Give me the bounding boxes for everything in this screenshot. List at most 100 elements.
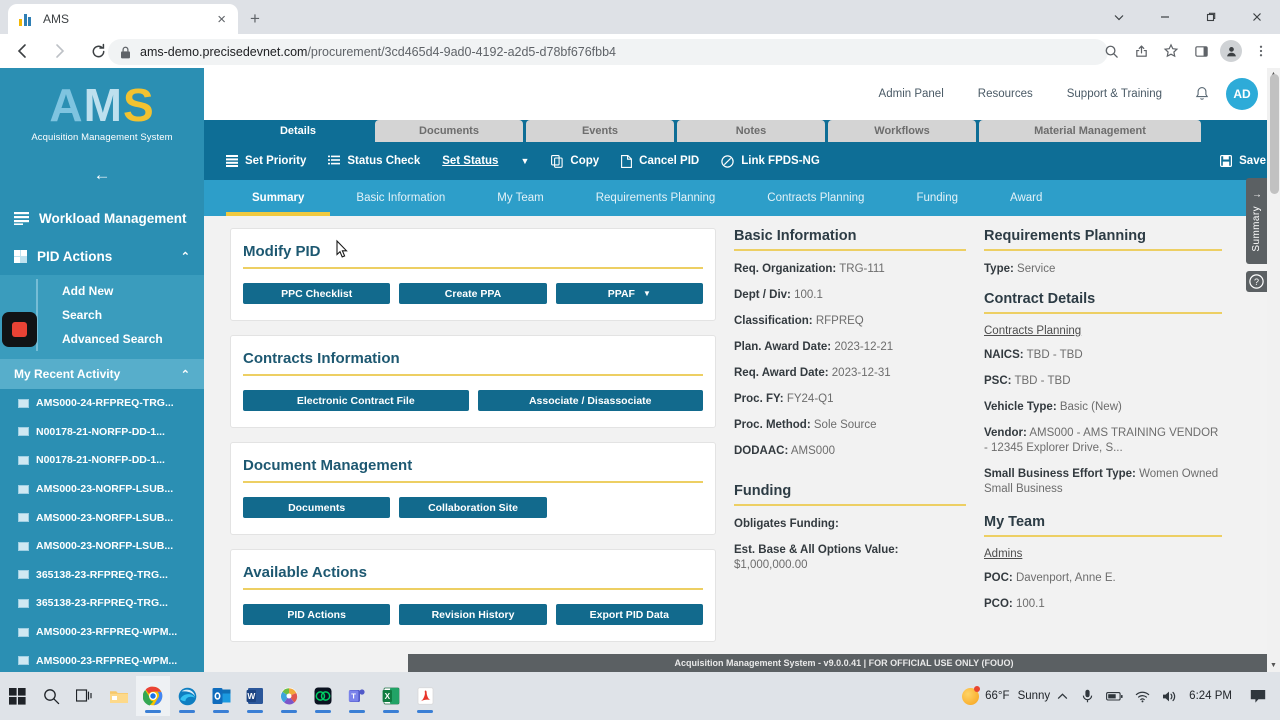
- webex-icon[interactable]: [306, 676, 340, 716]
- scroll-down-arrow-icon[interactable]: ▼: [1267, 659, 1280, 672]
- pid-actions-button[interactable]: PID Actions: [243, 604, 391, 625]
- link-admins[interactable]: Admins: [984, 548, 1222, 560]
- list-item[interactable]: AMS000-23-NORFP-LSUB...: [0, 503, 204, 532]
- tab-workflows[interactable]: Workflows: [828, 120, 976, 142]
- header-link-support-training[interactable]: Support & Training: [1067, 88, 1162, 100]
- zoom-icon[interactable]: [1096, 36, 1126, 66]
- create-ppa-button[interactable]: Create PPA: [399, 283, 547, 304]
- subnav-basic-information[interactable]: Basic Information: [330, 180, 471, 216]
- weather-temperature[interactable]: 66°F: [985, 690, 1009, 702]
- show-hidden-icons-chevron-icon[interactable]: [1050, 690, 1075, 703]
- cancel-pid-button[interactable]: Cancel PID: [621, 154, 699, 168]
- list-item[interactable]: 365138-23-RFPREQ-TRG...: [0, 589, 204, 618]
- export-pid-data-button[interactable]: Export PID Data: [555, 604, 703, 625]
- acrobat-icon[interactable]: [408, 676, 442, 716]
- search-icon[interactable]: [34, 676, 68, 716]
- teams-icon[interactable]: T: [340, 676, 374, 716]
- edge-icon[interactable]: [170, 676, 204, 716]
- menu-kebab-icon[interactable]: [1246, 36, 1276, 66]
- chevron-down-icon[interactable]: ▼: [520, 156, 529, 166]
- photos-icon[interactable]: [272, 676, 306, 716]
- chrome-icon[interactable]: [136, 676, 170, 716]
- clock[interactable]: 6:24 PM: [1189, 690, 1232, 702]
- subnav-award[interactable]: Award: [984, 180, 1068, 216]
- volume-icon[interactable]: [1156, 690, 1183, 703]
- outlook-icon[interactable]: [204, 676, 238, 716]
- scrollbar-thumb[interactable]: [1270, 74, 1279, 194]
- avatar[interactable]: AD: [1226, 78, 1258, 110]
- sidebar-item-workload-management[interactable]: Workload Management: [0, 199, 204, 237]
- list-item[interactable]: AMS000-23-NORFP-LSUB...: [0, 532, 204, 561]
- screen-recorder-stop-button[interactable]: [2, 312, 37, 347]
- header-link-resources[interactable]: Resources: [978, 88, 1033, 100]
- file-explorer-icon[interactable]: [102, 676, 136, 716]
- browser-tab[interactable]: AMS ×: [8, 4, 238, 34]
- list-item[interactable]: AMS000-23-RFPREQ-WPM...: [0, 646, 204, 672]
- set-status-dropdown[interactable]: Set Status: [442, 155, 498, 167]
- list-item[interactable]: N00178-21-NORFP-DD-1...: [0, 446, 204, 475]
- documents-button[interactable]: Documents: [243, 497, 391, 518]
- tab-events[interactable]: Events: [526, 120, 674, 142]
- excel-icon[interactable]: X: [374, 676, 408, 716]
- subnav-funding[interactable]: Funding: [890, 180, 984, 216]
- close-window-icon[interactable]: [1234, 0, 1280, 34]
- collapse-sidebar-arrow-icon[interactable]: ←: [94, 165, 111, 184]
- save-button[interactable]: Save: [1220, 155, 1266, 167]
- tab-documents[interactable]: Documents: [375, 120, 523, 142]
- list-item[interactable]: AMS000-23-NORFP-LSUB...: [0, 475, 204, 504]
- weather-condition[interactable]: Sunny: [1018, 690, 1051, 702]
- forward-button[interactable]: [44, 35, 76, 67]
- profile-icon[interactable]: [1220, 40, 1242, 62]
- submenu-item-advanced-search[interactable]: Advanced Search: [36, 327, 204, 351]
- submenu-item-add-new[interactable]: Add New: [36, 279, 204, 303]
- windows-start-icon[interactable]: [0, 676, 34, 716]
- status-check-button[interactable]: Status Check: [328, 155, 420, 167]
- side-panel-icon[interactable]: [1186, 36, 1216, 66]
- set-priority-button[interactable]: Set Priority: [226, 155, 306, 167]
- subnav-summary[interactable]: Summary: [226, 180, 330, 216]
- ppc-checklist-button[interactable]: PPC Checklist: [243, 283, 391, 304]
- collaboration-site-button[interactable]: Collaboration Site: [399, 497, 547, 518]
- back-button[interactable]: [6, 35, 38, 67]
- battery-icon[interactable]: [1100, 691, 1129, 702]
- task-view-icon[interactable]: [68, 676, 102, 716]
- word-icon[interactable]: W: [238, 676, 272, 716]
- restore-icon[interactable]: [1188, 0, 1234, 34]
- link-fpds-ng-button[interactable]: Link FPDS-NG: [721, 154, 820, 168]
- summary-rail-tab[interactable]: ← Summary: [1246, 178, 1267, 264]
- chevron-down-icon[interactable]: [1096, 0, 1142, 34]
- submenu-item-search[interactable]: Search: [36, 303, 204, 327]
- list-item[interactable]: N00178-21-NORFP-DD-1...: [0, 418, 204, 447]
- notification-icon[interactable]: [1244, 689, 1272, 704]
- help-button[interactable]: ?: [1246, 271, 1267, 292]
- bookmark-star-icon[interactable]: [1156, 36, 1186, 66]
- recent-activity-header[interactable]: My Recent Activity ⌃: [0, 359, 204, 389]
- minimize-icon[interactable]: [1142, 0, 1188, 34]
- revision-history-button[interactable]: Revision History: [399, 604, 547, 625]
- new-tab-button[interactable]: +: [244, 8, 266, 30]
- bell-icon[interactable]: [1194, 86, 1210, 103]
- weather-widget[interactable]: [956, 685, 985, 705]
- ppaf-dropdown-button[interactable]: PPAF ▼: [555, 283, 703, 304]
- sidebar-item-pid-actions[interactable]: PID Actions ⌃: [0, 237, 204, 275]
- microphone-icon[interactable]: [1075, 689, 1100, 703]
- address-bar[interactable]: ams-demo.precisedevnet.com/procurement/3…: [108, 39, 1108, 65]
- close-tab-icon[interactable]: ×: [215, 12, 228, 27]
- subnav-contracts-planning[interactable]: Contracts Planning: [741, 180, 890, 216]
- list-item[interactable]: AMS000-24-RFPREQ-TRG...: [0, 389, 204, 418]
- tab-details[interactable]: Details: [224, 120, 372, 142]
- tab-material-management[interactable]: Material Management: [979, 120, 1201, 142]
- subnav-my-team[interactable]: My Team: [471, 180, 569, 216]
- subnav-requirements-planning[interactable]: Requirements Planning: [570, 180, 742, 216]
- header-link-admin-panel[interactable]: Admin Panel: [879, 88, 944, 100]
- link-contracts-planning[interactable]: Contracts Planning: [984, 325, 1222, 337]
- share-icon[interactable]: [1126, 36, 1156, 66]
- associate-disassociate-button[interactable]: Associate / Disassociate: [477, 390, 703, 411]
- copy-button[interactable]: Copy: [551, 154, 599, 168]
- list-item[interactable]: AMS000-23-RFPREQ-WPM...: [0, 618, 204, 647]
- tab-notes[interactable]: Notes: [677, 120, 825, 142]
- wifi-icon[interactable]: [1129, 690, 1156, 703]
- list-item[interactable]: 365138-23-RFPREQ-TRG...: [0, 561, 204, 590]
- electronic-contract-file-button[interactable]: Electronic Contract File: [243, 390, 469, 411]
- page-scrollbar[interactable]: ▲ ▼: [1267, 68, 1280, 672]
